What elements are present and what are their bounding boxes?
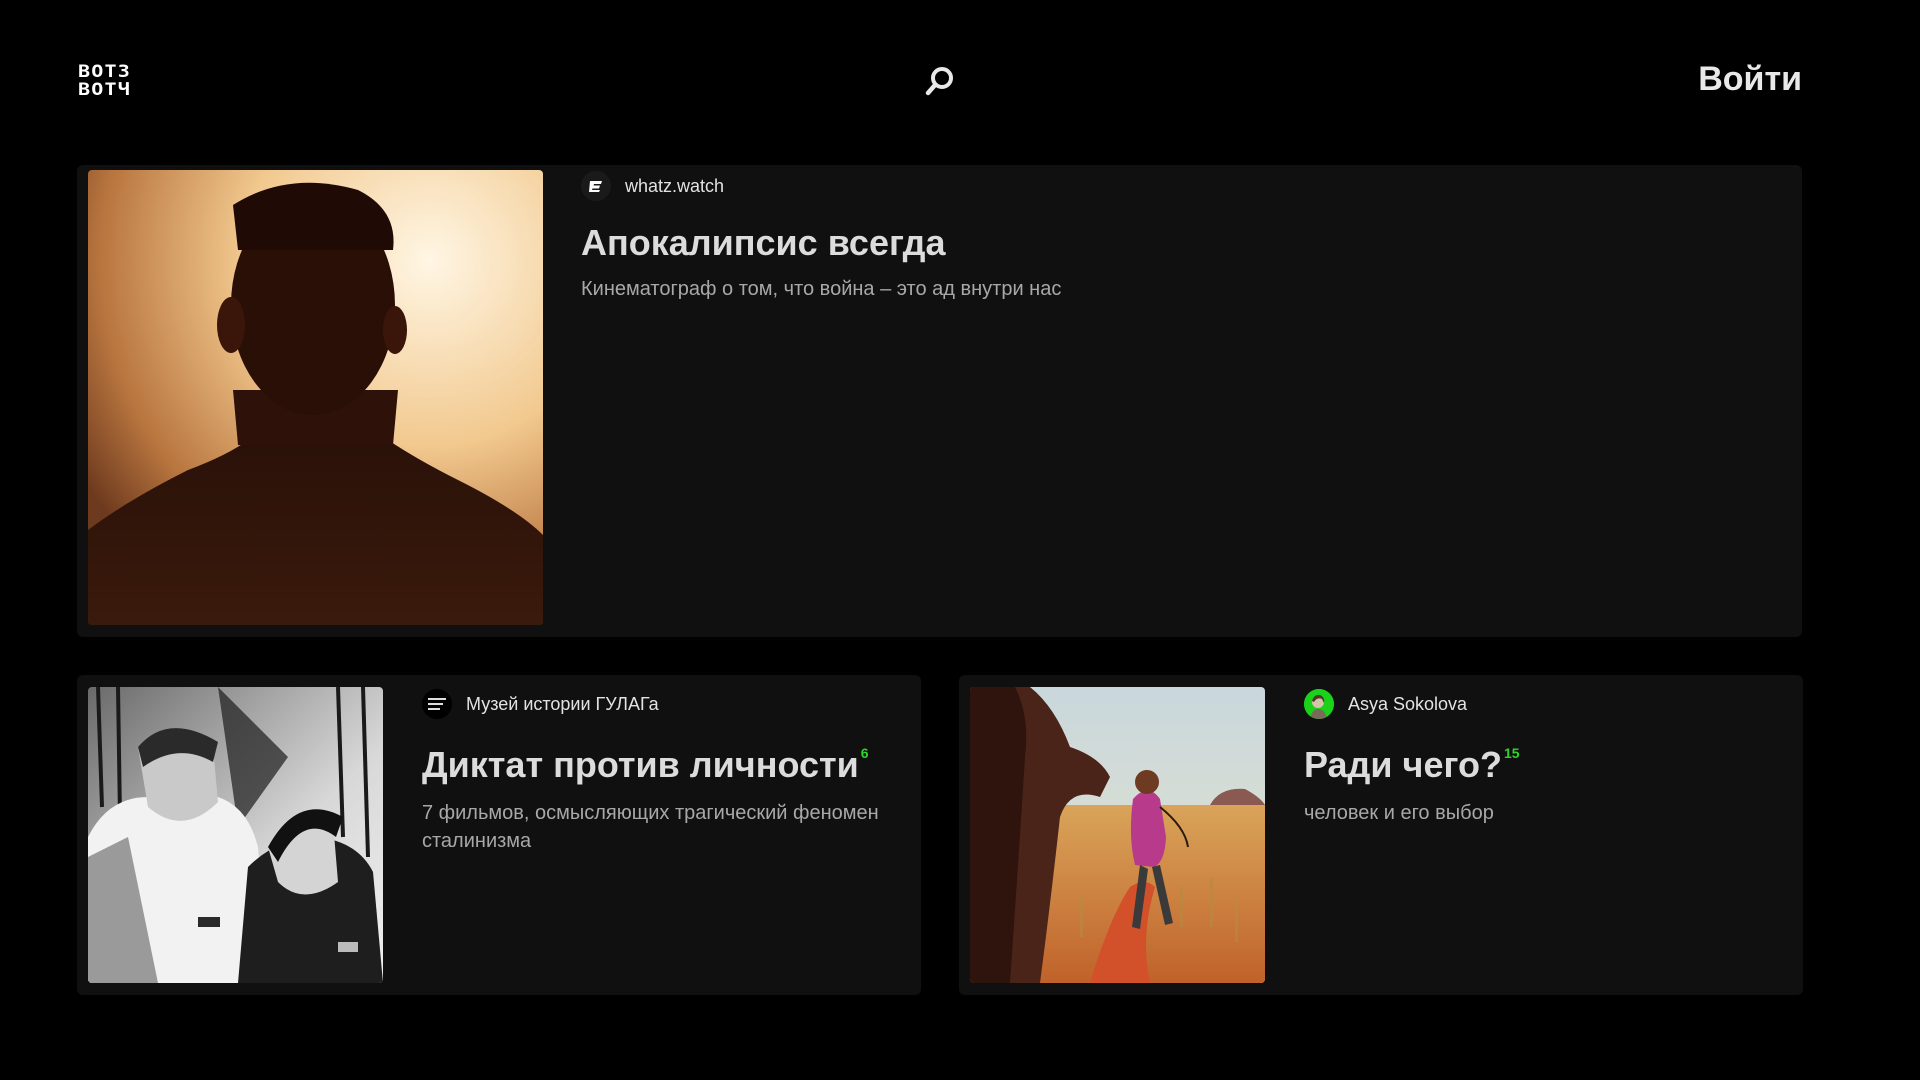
collection-title-text: Диктат против личности [422, 744, 859, 785]
header: ВОТЗ ВОТЧ Войти [0, 0, 1920, 165]
author-row[interactable]: Музей истории ГУЛАГа [422, 689, 891, 719]
author-row[interactable]: Asya Sokolova [1304, 689, 1773, 719]
collection-description: человек и его выбор [1304, 802, 1494, 824]
collection-cover-image [970, 687, 1265, 983]
collection-description: 7 фильмов, осмысляющих трагический феном… [422, 802, 879, 852]
collection-title[interactable]: Апокалипсис всегда [581, 221, 1772, 265]
logo-line-2: ВОТЧ [78, 80, 132, 100]
collection-card[interactable]: Музей истории ГУЛАГа Диктат против лично… [77, 675, 921, 995]
collection-count: 15 [1503, 745, 1520, 761]
collection-cover-image [88, 687, 383, 983]
collection-title[interactable]: Диктат против личности 6 [422, 737, 891, 787]
author-name: Asya Sokolova [1348, 693, 1468, 714]
collection-count: 6 [860, 745, 869, 761]
collection-card[interactable]: Asya Sokolova Ради чего? 15 человек и его… [959, 675, 1803, 995]
collection-card-featured[interactable]: whatz.watch Апокалипсис всегда Кинематог… [77, 165, 1802, 637]
author-name: Музей истории ГУЛАГа [466, 693, 659, 714]
logo-line-1: ВОТЗ [78, 62, 132, 82]
author-avatar [422, 689, 452, 719]
author-row[interactable]: whatz.watch [581, 171, 1772, 201]
author-name: whatz.watch [625, 175, 725, 196]
collection-meta: whatz.watch Апокалипсис всегда Кинематог… [581, 171, 1772, 303]
logo[interactable]: ВОТЗ ВОТЧ [78, 64, 162, 99]
collection-cover-image [88, 170, 543, 625]
collection-description: Кинематограф о том, что война – это ад в… [581, 278, 1062, 300]
author-avatar [1304, 689, 1334, 719]
collection-title[interactable]: Ради чего? 15 [1304, 737, 1773, 787]
gulag-museum-logo-icon [422, 689, 452, 719]
author-avatar [581, 171, 611, 201]
collection-title-text: Апокалипсис всегда [581, 222, 946, 263]
collection-meta: Музей истории ГУЛАГа Диктат против лично… [422, 689, 891, 855]
user-avatar-icon [1304, 689, 1334, 719]
search-icon[interactable] [922, 64, 958, 100]
login-button[interactable]: Войти [1698, 60, 1802, 99]
whatz-logo-icon [581, 171, 611, 201]
collection-meta: Asya Sokolova Ради чего? 15 человек и его… [1304, 689, 1773, 827]
collection-title-text: Ради чего? [1304, 744, 1502, 785]
